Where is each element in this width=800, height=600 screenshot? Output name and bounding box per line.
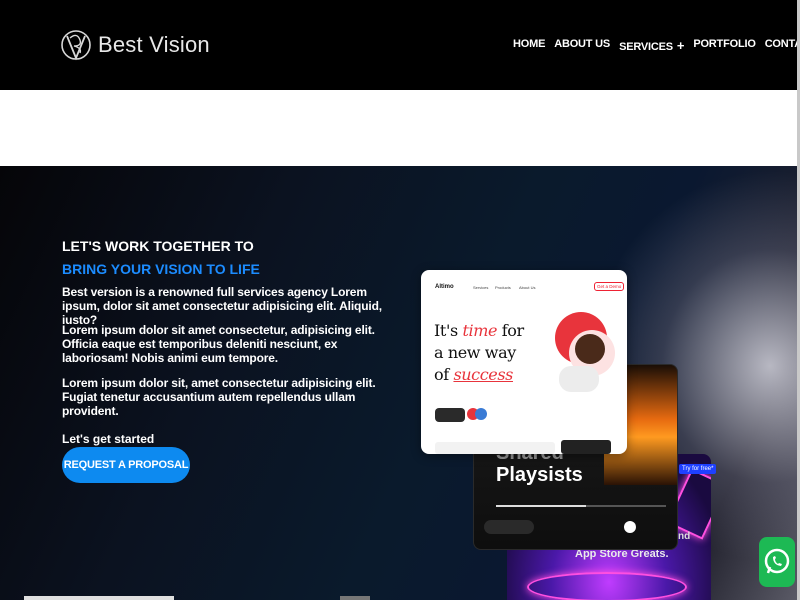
badge-shape xyxy=(559,366,599,392)
whatsapp-icon xyxy=(764,548,790,574)
purple-side-text: nd xyxy=(678,531,691,542)
bottom-divider xyxy=(24,596,174,600)
hero-paragraph: Lorem ipsum dolor sit, amet consectetur … xyxy=(62,376,376,418)
mock-nav-item: Products xyxy=(495,285,511,290)
hero-subtitle: BRING YOUR VISION TO LIFE xyxy=(62,261,260,277)
hero-title: LET'S WORK TOGETHER TO xyxy=(62,238,254,254)
try-free-badge: Try for free* xyxy=(679,464,717,474)
mock-headline-part: for xyxy=(497,321,524,340)
mock-headline-part: a new way xyxy=(434,343,516,362)
nav-services[interactable]: SERVICES + xyxy=(619,38,684,53)
mock-headline-accent: time xyxy=(462,321,498,340)
app-icons-pill xyxy=(484,520,534,534)
mock-headline-part: of xyxy=(434,365,454,384)
mock-input xyxy=(435,442,555,454)
mock-submit xyxy=(561,440,611,454)
whatsapp-button[interactable] xyxy=(759,537,795,587)
nav-portfolio[interactable]: PORTFOLIO xyxy=(693,38,756,53)
mock-cta-button xyxy=(435,408,465,422)
mini-avatar xyxy=(475,408,487,420)
bottom-divider xyxy=(340,596,370,600)
mock-headline-accent: success xyxy=(453,365,513,384)
nav-services-label: SERVICES xyxy=(619,41,673,53)
playlist-title-line: Playsists xyxy=(496,464,583,486)
progress-fill xyxy=(496,505,586,507)
avatar xyxy=(575,334,605,364)
neon-shape xyxy=(527,572,687,600)
mockup-white-card: Altimo Services Products About Us Get a … xyxy=(421,270,627,454)
bv-logo-icon xyxy=(61,30,91,61)
nav-home[interactable]: HOME xyxy=(513,38,545,53)
mock-nav-item: About Us xyxy=(519,285,536,290)
mock-headline-part: It's xyxy=(434,321,463,340)
nav-contact[interactable]: CONTACT xyxy=(765,38,800,53)
mock-demo-button: Get a Demo xyxy=(594,282,625,291)
nav-about-us[interactable]: ABOUT US xyxy=(554,38,610,53)
brand-logo[interactable]: Best Vision xyxy=(60,18,210,72)
request-proposal-button[interactable]: REQUEST A PROPOSAL xyxy=(62,447,190,483)
hero-paragraph: Lorem ipsum dolor sit amet consectetur, … xyxy=(62,323,375,365)
plus-icon: + xyxy=(676,38,685,53)
play-icon[interactable] xyxy=(624,521,636,533)
get-started-label: Let's get started xyxy=(62,432,155,446)
hero-paragraph: Best version is a renowned full services… xyxy=(62,285,382,327)
mock-nav-item: Services xyxy=(473,285,489,290)
logo-text: Best Vision xyxy=(98,32,210,57)
mock-headline: It's time for a new way of success xyxy=(434,320,524,386)
altimo-brand: Altimo xyxy=(435,284,454,290)
site-header: Best Vision HOME ABOUT US SERVICES + PORT… xyxy=(0,0,800,90)
main-nav: HOME ABOUT US SERVICES+ PORTFOLIO CONTAC… xyxy=(513,38,800,53)
